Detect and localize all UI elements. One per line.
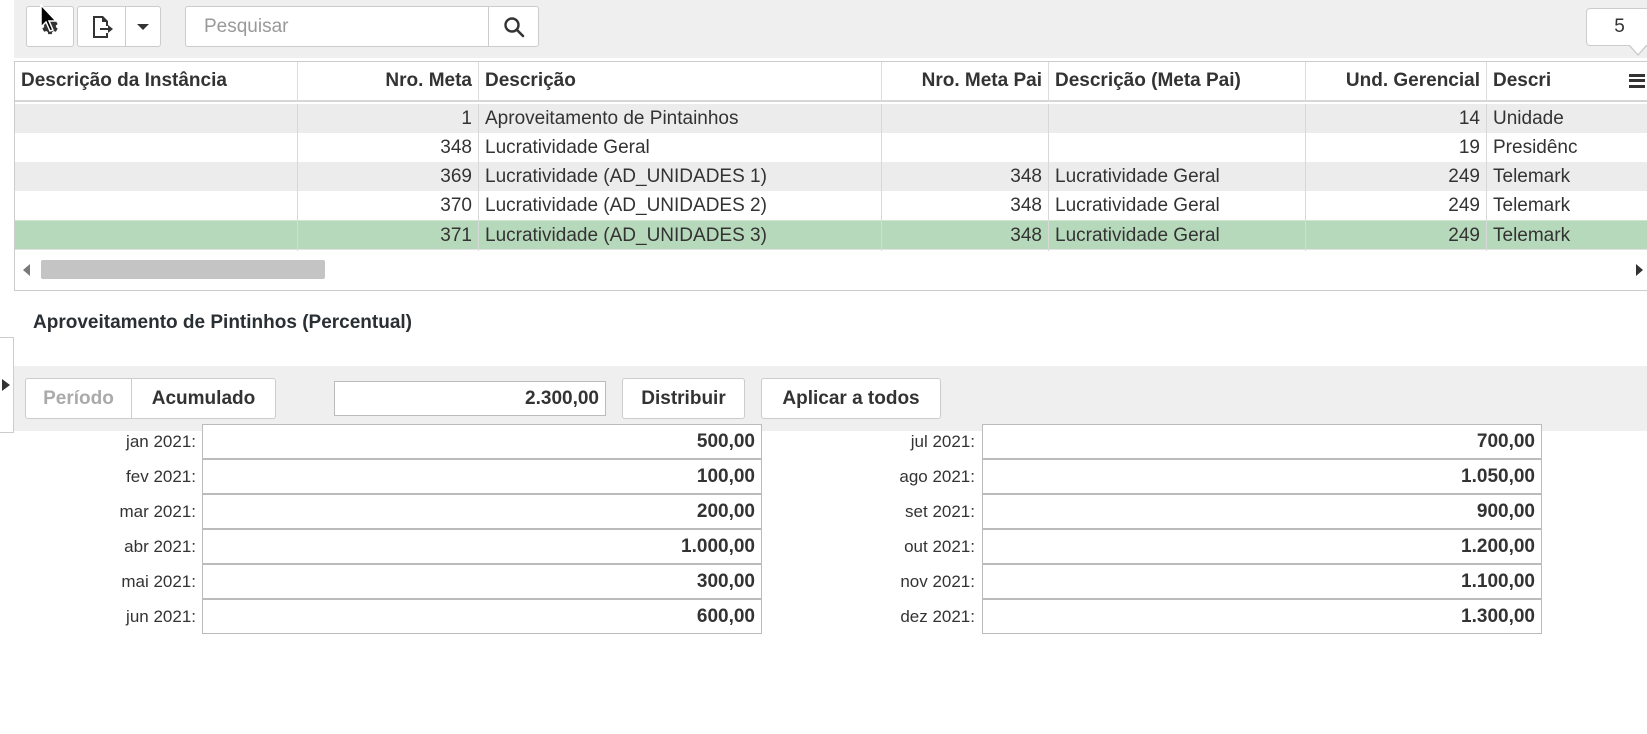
scroll-left-icon[interactable] xyxy=(23,264,30,276)
cell-und-gerencial: 19 xyxy=(1306,133,1487,163)
detail-title: Aproveitamento de Pintinhos (Percentual) xyxy=(33,312,412,333)
column-header-und-gerencial[interactable]: Und. Gerencial xyxy=(1306,62,1487,102)
month-value-input[interactable]: 700,00 xyxy=(982,424,1542,459)
search-icon xyxy=(503,16,524,37)
cell-descricao-meta-pai: Lucratividade Geral xyxy=(1049,162,1306,192)
distribuir-button[interactable]: Distribuir xyxy=(622,378,745,419)
total-value-input[interactable]: 2.300,00 xyxy=(334,381,606,416)
table-row[interactable]: 1 Aproveitamento de Pintainhos 14 Unidade xyxy=(15,104,1647,134)
search-input[interactable] xyxy=(185,6,488,47)
cell-und-gerencial: 14 xyxy=(1306,104,1487,134)
column-header-nro-meta[interactable]: Nro. Meta xyxy=(298,62,479,102)
horizontal-scrollbar[interactable] xyxy=(15,254,1647,280)
cell-nro-meta-pai: 348 xyxy=(882,162,1049,192)
cell-descricao: Lucratividade Geral xyxy=(479,133,882,163)
month-value-input[interactable]: 1.050,00 xyxy=(982,459,1542,494)
month-value-input[interactable]: 1.100,00 xyxy=(982,564,1542,599)
column-header-descricao[interactable]: Descrição xyxy=(479,62,882,102)
month-row: jul 2021: 700,00 xyxy=(0,424,1647,459)
mode-acumulado-button[interactable]: Acumulado xyxy=(132,378,276,419)
cell-nro-meta-pai: 348 xyxy=(882,191,1049,221)
cell-descricao: Aproveitamento de Pintainhos xyxy=(479,104,882,134)
cell-nro-meta-pai: 348 xyxy=(882,221,1049,251)
cell-und-gerencial: 249 xyxy=(1306,191,1487,221)
month-value-input[interactable]: 1.300,00 xyxy=(982,599,1542,634)
cell-nro-meta: 348 xyxy=(298,133,479,163)
month-row: dez 2021: 1.300,00 xyxy=(0,599,1647,634)
aplicar-a-todos-button[interactable]: Aplicar a todos xyxy=(761,378,941,419)
side-panel-toggle[interactable] xyxy=(0,337,14,433)
cell-descricao-und: Telemark xyxy=(1493,225,1571,246)
data-grid: Descrição da Instância Nro. Meta Descriç… xyxy=(14,61,1647,291)
table-row[interactable]: 369 Lucratividade (AD_UNIDADES 1) 348 Lucra… xyxy=(15,162,1647,192)
table-row[interactable]: 370 Lucratividade (AD_UNIDADES 2) 348 Lucra… xyxy=(15,191,1647,221)
cell-descricao-meta-pai xyxy=(1049,104,1306,134)
month-label: dez 2021: xyxy=(900,607,975,626)
export-file-icon xyxy=(92,15,113,38)
month-row: ago 2021: 1.050,00 xyxy=(0,459,1647,494)
toolbar: 5 xyxy=(14,0,1647,58)
export-dropdown-button[interactable] xyxy=(125,6,161,47)
column-header-nro-meta-pai[interactable]: Nro. Meta Pai xyxy=(882,62,1049,102)
month-label: nov 2021: xyxy=(900,572,975,591)
month-label: out 2021: xyxy=(904,537,975,556)
table-row[interactable]: 348 Lucratividade Geral 19 Presidênc xyxy=(15,133,1647,163)
cell-descricao-meta-pai xyxy=(1049,133,1306,163)
cell-und-gerencial: 249 xyxy=(1306,162,1487,192)
column-menu-icon[interactable] xyxy=(1627,70,1647,92)
cell-descricao-und: Presidênc xyxy=(1493,137,1578,158)
scrollbar-thumb[interactable] xyxy=(41,260,325,279)
month-row: out 2021: 1.200,00 xyxy=(0,529,1647,564)
cell-descricao-instancia xyxy=(15,191,298,221)
month-value-input[interactable]: 900,00 xyxy=(982,494,1542,529)
cell-descricao-meta-pai: Lucratividade Geral xyxy=(1049,191,1306,221)
column-header-descricao-und[interactable]: Descri xyxy=(1487,62,1647,102)
cell-nro-meta: 370 xyxy=(298,191,479,221)
table-row[interactable]: 371 Lucratividade (AD_UNIDADES 3) 348 Lucra… xyxy=(15,220,1647,251)
cell-descricao-meta-pai: Lucratividade Geral xyxy=(1049,221,1306,251)
month-row: nov 2021: 1.100,00 xyxy=(0,564,1647,599)
mouse-cursor-icon xyxy=(40,4,58,32)
month-row: set 2021: 900,00 xyxy=(0,494,1647,529)
cell-descricao-instancia xyxy=(15,221,298,251)
month-label: ago 2021: xyxy=(899,467,975,486)
grid-header: Descrição da Instância Nro. Meta Descriç… xyxy=(15,62,1647,102)
cell-descricao-und: Telemark xyxy=(1493,166,1571,187)
cell-descricao-und: Telemark xyxy=(1493,195,1571,216)
column-header-descricao-instancia[interactable]: Descrição da Instância xyxy=(15,62,298,102)
scroll-right-icon[interactable] xyxy=(1636,264,1643,276)
cell-descricao-instancia xyxy=(15,104,298,134)
month-value-input[interactable]: 1.200,00 xyxy=(982,529,1542,564)
export-button[interactable] xyxy=(77,6,126,47)
mode-periodo-button[interactable]: Período xyxy=(25,378,132,419)
cell-nro-meta-pai xyxy=(882,104,1049,134)
cell-descricao-instancia xyxy=(15,133,298,163)
cell-descricao-und: Unidade xyxy=(1493,108,1564,129)
month-label: set 2021: xyxy=(905,502,975,521)
cell-nro-meta: 371 xyxy=(298,221,479,251)
cell-descricao-instancia xyxy=(15,162,298,192)
cell-nro-meta-pai xyxy=(882,133,1049,163)
cell-und-gerencial: 249 xyxy=(1306,221,1487,251)
cell-descricao: Lucratividade (AD_UNIDADES 1) xyxy=(479,162,882,192)
search-button[interactable] xyxy=(488,6,539,47)
record-count-badge: 5 xyxy=(1586,8,1647,56)
month-label: jul 2021: xyxy=(910,432,975,451)
caret-down-icon xyxy=(137,23,149,30)
column-header-descricao-meta-pai[interactable]: Descrição (Meta Pai) xyxy=(1049,62,1306,102)
cell-descricao: Lucratividade (AD_UNIDADES 3) xyxy=(479,221,882,251)
cell-descricao: Lucratividade (AD_UNIDADES 2) xyxy=(479,191,882,221)
cell-nro-meta: 369 xyxy=(298,162,479,192)
cell-nro-meta: 1 xyxy=(298,104,479,134)
action-bar: Período Acumulado 2.300,00 Distribuir Ap… xyxy=(14,366,1647,431)
